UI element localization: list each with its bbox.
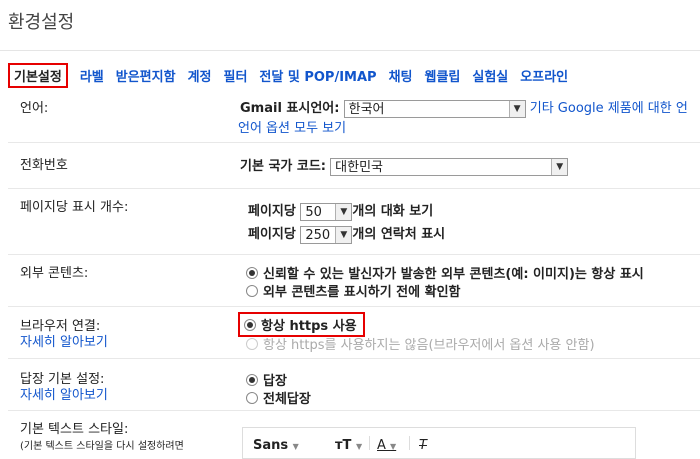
radio-disabled[interactable] [246, 338, 258, 350]
remove-formatting-icon[interactable]: T [419, 438, 427, 453]
per-page-suffix: 개의 대화 보기 [352, 204, 434, 219]
https-option-label: 항상 https를 사용하지는 않음(브라우저에서 옵션 사용 안함) [263, 338, 595, 353]
country-code-value: 대한민국 [335, 159, 383, 175]
language-select-value: 한국어 [348, 101, 385, 117]
all-language-options-link[interactable]: 언어 옵션 모두 보기 [238, 117, 346, 136]
reply-all-option-label: 전체답장 [263, 392, 311, 407]
reply-option-label: 답장 [263, 374, 287, 389]
text-style-editor[interactable]: Sans ▼ тT ▼ A ▼ T [242, 427, 636, 459]
external-option-label: 외부 콘텐츠를 표시하기 전에 확인함 [263, 285, 461, 300]
chevron-down-icon: ▼ [335, 203, 352, 220]
learn-more-link[interactable]: 자세히 알아보기 [20, 384, 108, 403]
contacts-per-page: 페이지당 250 ▼ 개의 연락처 표시 [248, 223, 445, 244]
phone-row: 전화번호 기본 국가 코드: 대한민국 ▼ [8, 142, 700, 189]
font-family-value: Sans [253, 438, 289, 453]
per-page-prefix: 페이지당 [248, 227, 296, 242]
conversations-per-page-select[interactable]: 50 ▼ [300, 202, 353, 221]
tab-chat[interactable]: 채팅 [383, 66, 419, 85]
settings-tabs: 기본설정 라벨 받은편지함 계정 필터 전달 및 POP/IMAP 채팅 웹클립… [8, 62, 574, 88]
https-option-label: 항상 https 사용 [261, 319, 357, 334]
reply-behavior-row: 답장 기본 설정: 자세히 알아보기 답장 전체답장 [8, 358, 700, 411]
language-label: 언어: [20, 101, 49, 116]
external-content-option-ask[interactable]: 외부 콘텐츠를 표시하기 전에 확인함 [246, 281, 461, 300]
country-code-select[interactable]: 대한민국 ▼ [330, 157, 569, 176]
external-option-label: 신뢰할 수 있는 발신자가 발송한 외부 콘텐츠(예: 이미지)는 항상 표시 [263, 267, 644, 282]
external-content-row: 외부 콘텐츠: 신뢰할 수 있는 발신자가 발송한 외부 콘텐츠(예: 이미지)… [8, 254, 700, 307]
tab-accounts[interactable]: 계정 [182, 66, 218, 85]
radio-unselected[interactable] [246, 392, 258, 404]
chevron-down-icon: ▼ [551, 158, 568, 175]
text-style-label: 기본 텍스트 스타일: [20, 422, 129, 437]
page-size-label: 페이지당 표시 개수: [20, 200, 129, 215]
conversations-per-page-value: 50 [305, 204, 322, 220]
language-row: 언어: Gmail 표시언어: 한국어 ▼ 기타 Google 제품에 대한 언… [8, 87, 700, 143]
divider [0, 50, 700, 51]
font-size-icon[interactable]: тT ▼ [335, 438, 362, 453]
tab-forwarding[interactable]: 전달 및 POP/IMAP [253, 66, 382, 85]
tab-general[interactable]: 기본설정 [8, 62, 68, 88]
tab-inbox[interactable]: 받은편지함 [110, 66, 182, 85]
phone-setting: 기본 국가 코드: 대한민국 ▼ [240, 155, 569, 176]
radio-selected[interactable] [246, 374, 258, 386]
radio-selected[interactable] [244, 319, 256, 331]
conversations-per-page: 페이지당 50 ▼ 개의 대화 보기 [248, 200, 433, 221]
external-content-label: 외부 콘텐츠: [20, 266, 89, 281]
chevron-down-icon: ▼ [508, 100, 525, 117]
font-family-select[interactable]: Sans ▼ [253, 438, 299, 453]
reply-option[interactable]: 답장 [246, 370, 287, 389]
contacts-per-page-select[interactable]: 250 ▼ [300, 225, 353, 244]
language-setting: Gmail 표시언어: 한국어 ▼ 기타 Google 제품에 대한 언 [240, 97, 688, 118]
toolbar-divider [369, 436, 370, 450]
tab-offline[interactable]: 오프라인 [514, 66, 574, 85]
page-size-row: 페이지당 표시 개수: 페이지당 50 ▼ 개의 대화 보기 페이지당 250 … [8, 188, 700, 255]
per-page-prefix: 페이지당 [248, 204, 296, 219]
per-page-suffix: 개의 연락처 표시 [352, 227, 446, 242]
learn-more-link[interactable]: 자세히 알아보기 [20, 331, 108, 350]
external-content-option-always[interactable]: 신뢰할 수 있는 발신자가 발송한 외부 콘텐츠(예: 이미지)는 항상 표시 [246, 263, 644, 282]
tab-labs[interactable]: 실험실 [466, 66, 514, 85]
text-color-icon[interactable]: A ▼ [377, 438, 396, 453]
other-products-language-link[interactable]: 기타 Google 제품에 대한 언 [530, 101, 688, 116]
tab-filters[interactable]: 필터 [218, 66, 254, 85]
language-select[interactable]: 한국어 ▼ [343, 99, 526, 118]
radio-unselected[interactable] [246, 285, 258, 297]
phone-label: 전화번호 [20, 158, 68, 173]
https-not-always-option[interactable]: 항상 https를 사용하지는 않음(브라우저에서 옵션 사용 안함) [246, 334, 595, 353]
radio-selected[interactable] [246, 267, 258, 279]
toolbar-divider [409, 436, 410, 450]
chevron-down-icon: ▼ [335, 226, 352, 243]
page-title: 환경설정 [8, 12, 75, 33]
tab-labels[interactable]: 라벨 [74, 66, 110, 85]
contacts-per-page-value: 250 [305, 227, 331, 243]
country-code-label: 기본 국가 코드: [240, 159, 327, 174]
reply-all-option[interactable]: 전체답장 [246, 388, 311, 407]
browser-connection-row: 브라우저 연결: 자세히 알아보기 항상 https 사용 항상 https를 … [8, 306, 700, 359]
display-language-label: Gmail 표시언어: [240, 101, 340, 116]
tab-webclips[interactable]: 웹클립 [419, 66, 467, 85]
